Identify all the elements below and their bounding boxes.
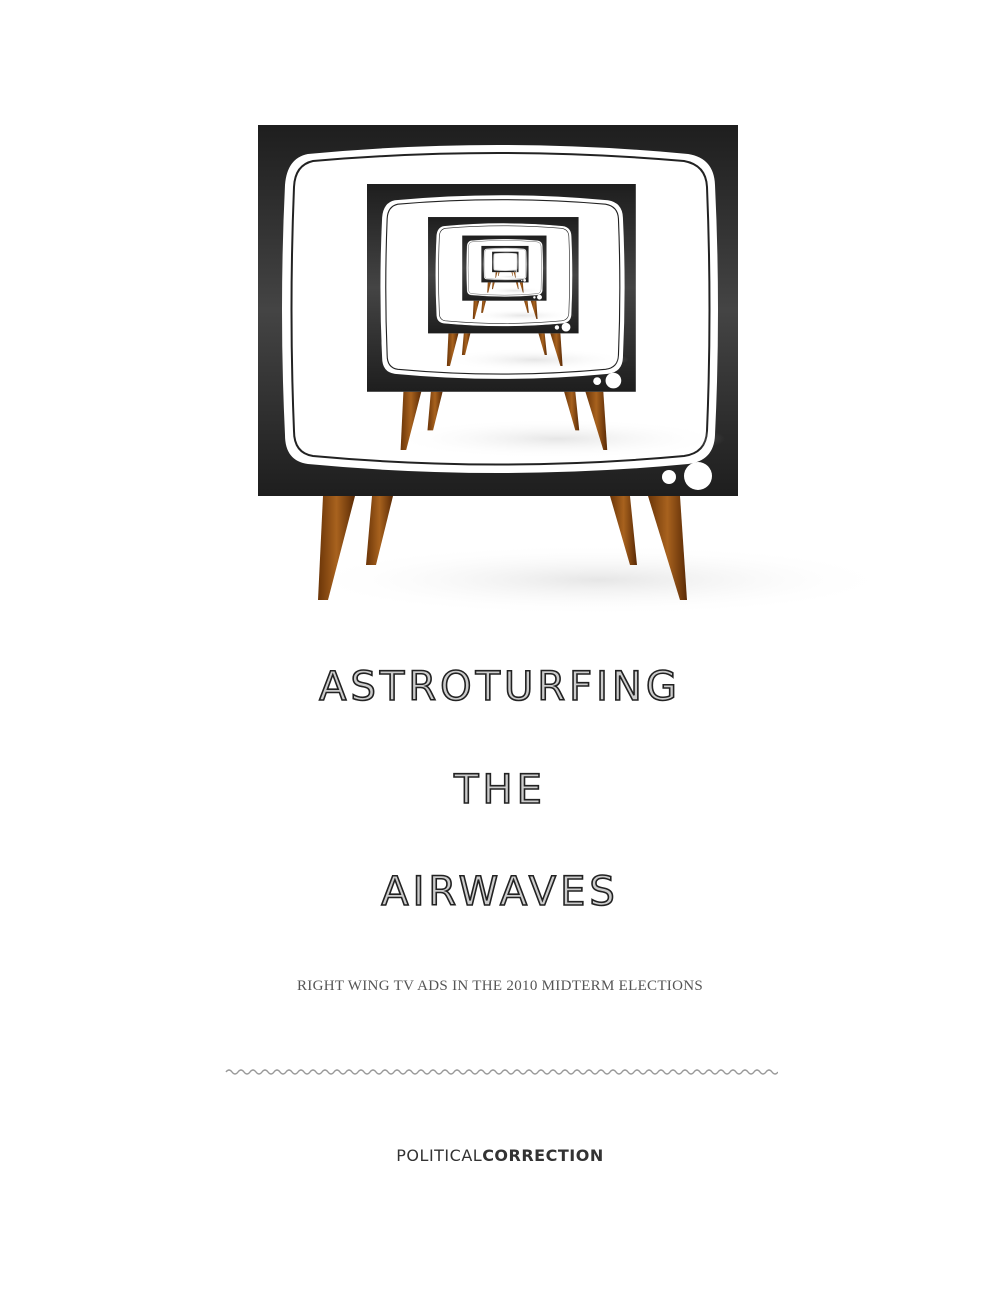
wavy-divider (225, 1069, 778, 1075)
title-line-3: AIRWAVES (380, 868, 619, 916)
publisher-logo-bold: CORRECTION (482, 1146, 604, 1165)
subtitle: RIGHT WING TV ADS IN THE 2010 MIDTERM EL… (296, 978, 704, 994)
publisher-logo-light: POLITICAL (396, 1146, 483, 1165)
recursive-tv-illustration (258, 125, 898, 617)
title-line-1: ASTROTURFING (318, 663, 681, 711)
publisher-logo: POLITICALCORRECTION (0, 1146, 1000, 1165)
title-line-2: THE (453, 766, 546, 814)
